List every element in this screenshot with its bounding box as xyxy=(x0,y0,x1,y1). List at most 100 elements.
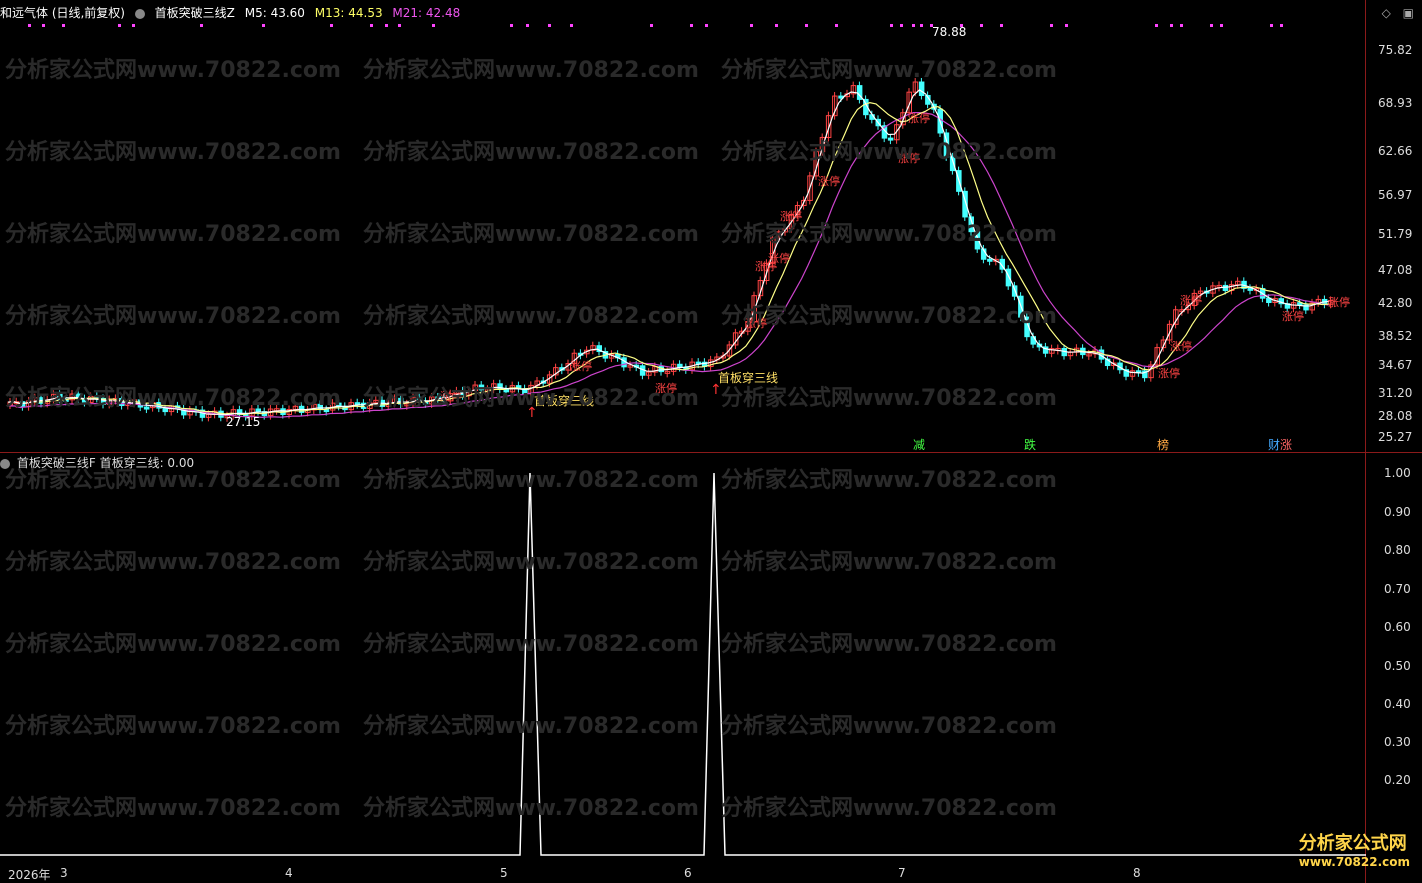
price-tick-label: 62.66 xyxy=(1378,144,1413,158)
signal-tick-label: 0.80 xyxy=(1384,543,1411,557)
limit-up-label: 涨停 xyxy=(570,359,592,373)
top-dot xyxy=(912,24,915,27)
top-dot xyxy=(1050,24,1053,27)
top-dot xyxy=(398,24,401,27)
high-label: 78.88 xyxy=(932,25,966,39)
top-dot xyxy=(1000,24,1003,27)
event-label-2: 跌 xyxy=(1024,437,1036,452)
logo-url: www.70822.com xyxy=(1298,855,1410,869)
price-tick-label: 75.82 xyxy=(1378,43,1413,57)
indicator-settings-icon[interactable] xyxy=(134,8,145,19)
candle-body xyxy=(19,401,26,408)
candle-body xyxy=(987,258,993,262)
top-dot xyxy=(805,24,808,27)
top-dot xyxy=(775,24,778,27)
top-dot xyxy=(118,24,121,27)
top-dot xyxy=(510,24,513,27)
candle-body xyxy=(317,403,323,411)
limit-up-label: 涨停 xyxy=(898,151,920,165)
top-dot xyxy=(705,24,708,27)
top-dot xyxy=(28,24,31,27)
limit-up-label: 涨停 xyxy=(655,381,677,395)
top-dot xyxy=(132,24,135,27)
site-logo: 分析家公式网 www.70822.com xyxy=(1299,829,1410,869)
top-dot xyxy=(385,24,388,27)
top-dot xyxy=(1180,24,1183,27)
top-dot xyxy=(1065,24,1068,27)
signal-label-2: 首板穿三线 xyxy=(718,370,778,385)
price-tick-label: 25.27 xyxy=(1378,430,1413,444)
top-dot xyxy=(890,24,893,27)
candle-body xyxy=(918,81,925,96)
limit-up-label: 涨停 xyxy=(908,111,930,125)
top-dot xyxy=(526,24,529,27)
top-dot xyxy=(262,24,265,27)
main-chart-header: 和远气体 (日线,前复权) 首板突破三线Z M5: 43.60 M13: 44.… xyxy=(0,4,466,22)
signal-axis: 1.00 0.90 0.80 0.70 0.60 0.50 0.40 0.30 0.20 xyxy=(1366,455,1422,858)
price-tick-label: 68.93 xyxy=(1378,96,1413,110)
signal-chart[interactable] xyxy=(0,455,1366,858)
limit-up-label: 涨停 xyxy=(1180,293,1202,307)
limit-up-label: 涨停 xyxy=(818,174,840,188)
event-label-1: 减 xyxy=(913,438,925,452)
top-dot xyxy=(900,24,903,27)
signal-tick-label: 0.40 xyxy=(1384,697,1411,711)
price-tick-label: 56.97 xyxy=(1378,188,1413,202)
top-dot xyxy=(750,24,753,27)
limit-up-label: 涨停 xyxy=(1282,309,1304,323)
logo-name: 分析家公式网 xyxy=(1298,833,1407,854)
limit-up-label: 涨停 xyxy=(1158,366,1180,380)
signal-tick-label: 0.20 xyxy=(1384,773,1411,787)
stock-title: 和远气体 (日线,前复权) xyxy=(0,6,125,20)
price-tick-label: 38.52 xyxy=(1378,329,1413,343)
top-dot xyxy=(1280,24,1283,27)
price-axis: 75.82 68.93 62.66 56.97 51.79 47.08 42.80 38.52… xyxy=(1366,22,1422,452)
m5-value: M5: 43.60 xyxy=(244,6,305,20)
candle-body xyxy=(887,137,894,141)
time-tick-label: 7 xyxy=(898,866,906,880)
price-tick-label: 51.79 xyxy=(1378,227,1413,241)
top-dot xyxy=(980,24,983,27)
low-label: 27.15 xyxy=(226,415,260,429)
diamond-icon[interactable]: ◇ xyxy=(1382,6,1391,20)
indicator-name[interactable]: 首板突破三线Z xyxy=(155,6,235,20)
top-dot xyxy=(690,24,693,27)
signal-tick-label: 0.90 xyxy=(1384,505,1411,519)
price-tick-label: 47.08 xyxy=(1378,263,1413,277)
top-dot xyxy=(432,24,435,27)
limit-up-label: 涨停 xyxy=(780,209,802,223)
candle-body xyxy=(478,384,485,391)
candlestick-group xyxy=(7,78,1334,422)
m5-line xyxy=(7,89,1329,416)
candle-body xyxy=(57,393,63,400)
top-dot xyxy=(1155,24,1158,27)
main-chart[interactable]: 78.88 27.15 首板穿三线 ↑ 首板穿三线 ↑ 涨停涨停涨停涨停涨停涨停… xyxy=(0,22,1366,452)
top-dot xyxy=(835,24,838,27)
time-tick-label: 3 xyxy=(60,866,68,880)
m13-value: M13: 44.53 xyxy=(314,6,383,20)
top-dot xyxy=(650,24,653,27)
limit-up-label: 涨停 xyxy=(745,316,767,330)
price-tick-label: 34.67 xyxy=(1378,358,1413,372)
signal-tick-label: 0.30 xyxy=(1384,735,1411,749)
limit-up-label: 涨停 xyxy=(1170,339,1192,353)
candle-body xyxy=(1247,287,1253,291)
limit-up-label: 涨停 xyxy=(1328,295,1350,309)
time-tick-label: 8 xyxy=(1133,866,1141,880)
top-dot xyxy=(330,24,333,27)
event-label-4: 财 xyxy=(1268,438,1280,452)
time-tick-label: 2026年 xyxy=(8,868,51,882)
m13-line xyxy=(7,102,1329,416)
top-dot xyxy=(920,24,923,27)
candle-body xyxy=(255,408,261,413)
event-label-3: 榜 xyxy=(1157,437,1169,452)
time-axis: 2026年 3 4 5 6 7 8 xyxy=(0,862,1366,882)
time-tick-label: 5 xyxy=(500,866,508,880)
event-label-5: 涨 xyxy=(1280,437,1292,452)
window-controls: ◇ ▣ xyxy=(1374,6,1414,20)
candle-body xyxy=(143,406,150,410)
limit-up-label: 涨停 xyxy=(768,251,790,265)
top-dot xyxy=(200,24,203,27)
restore-icon[interactable]: ▣ xyxy=(1403,6,1414,20)
top-dot-markers xyxy=(28,24,1283,27)
